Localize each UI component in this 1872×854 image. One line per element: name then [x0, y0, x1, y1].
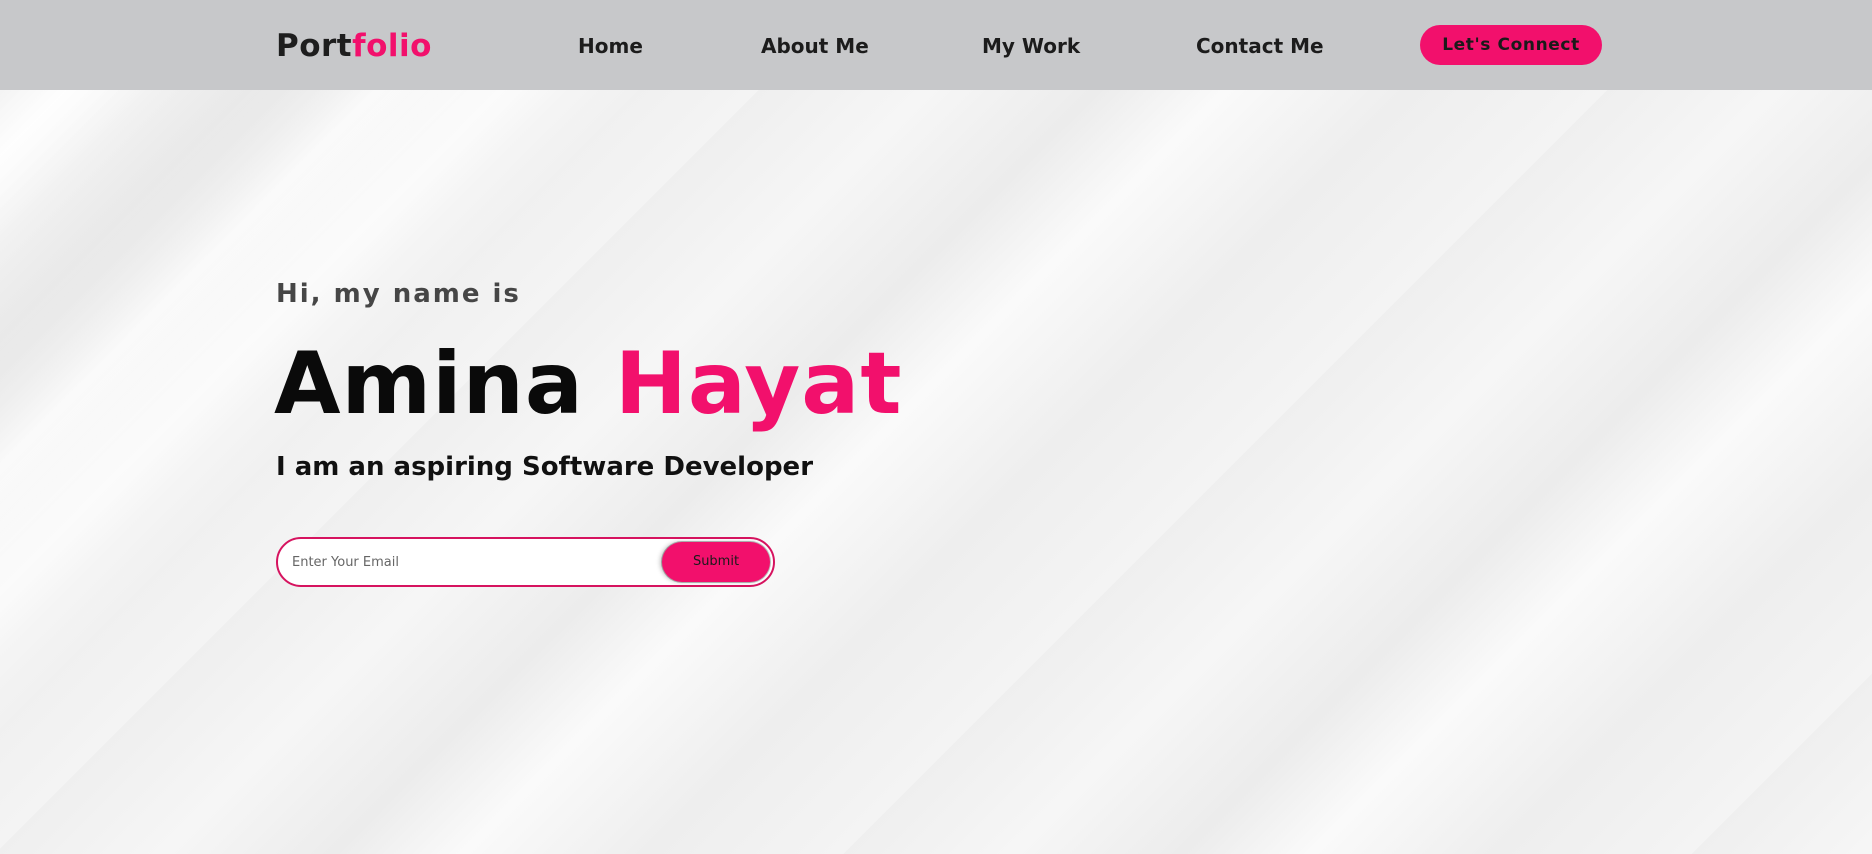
- logo-part-1: Port: [276, 28, 353, 64]
- nav-link-about[interactable]: About Me: [761, 34, 869, 58]
- submit-button[interactable]: Submit: [662, 542, 770, 582]
- logo[interactable]: Portfolio: [276, 28, 432, 64]
- hero-greeting: Hi, my name is: [276, 279, 521, 309]
- hero-first-name: Amina: [274, 334, 584, 434]
- nav-link-home[interactable]: Home: [578, 34, 643, 58]
- hero-last-name: Hayat: [614, 334, 903, 434]
- nav-link-my-work[interactable]: My Work: [982, 34, 1080, 58]
- logo-part-2: folio: [352, 28, 432, 64]
- email-input[interactable]: [292, 539, 632, 585]
- lets-connect-button[interactable]: Let's Connect: [1420, 25, 1602, 65]
- email-signup-form: Submit: [276, 537, 775, 587]
- hero-name: Amina Hayat: [274, 334, 902, 434]
- hero-tagline: I am an aspiring Software Developer: [276, 452, 814, 482]
- nav-link-contact[interactable]: Contact Me: [1196, 34, 1324, 58]
- navbar: Portfolio Home About Me My Work Contact …: [0, 0, 1872, 90]
